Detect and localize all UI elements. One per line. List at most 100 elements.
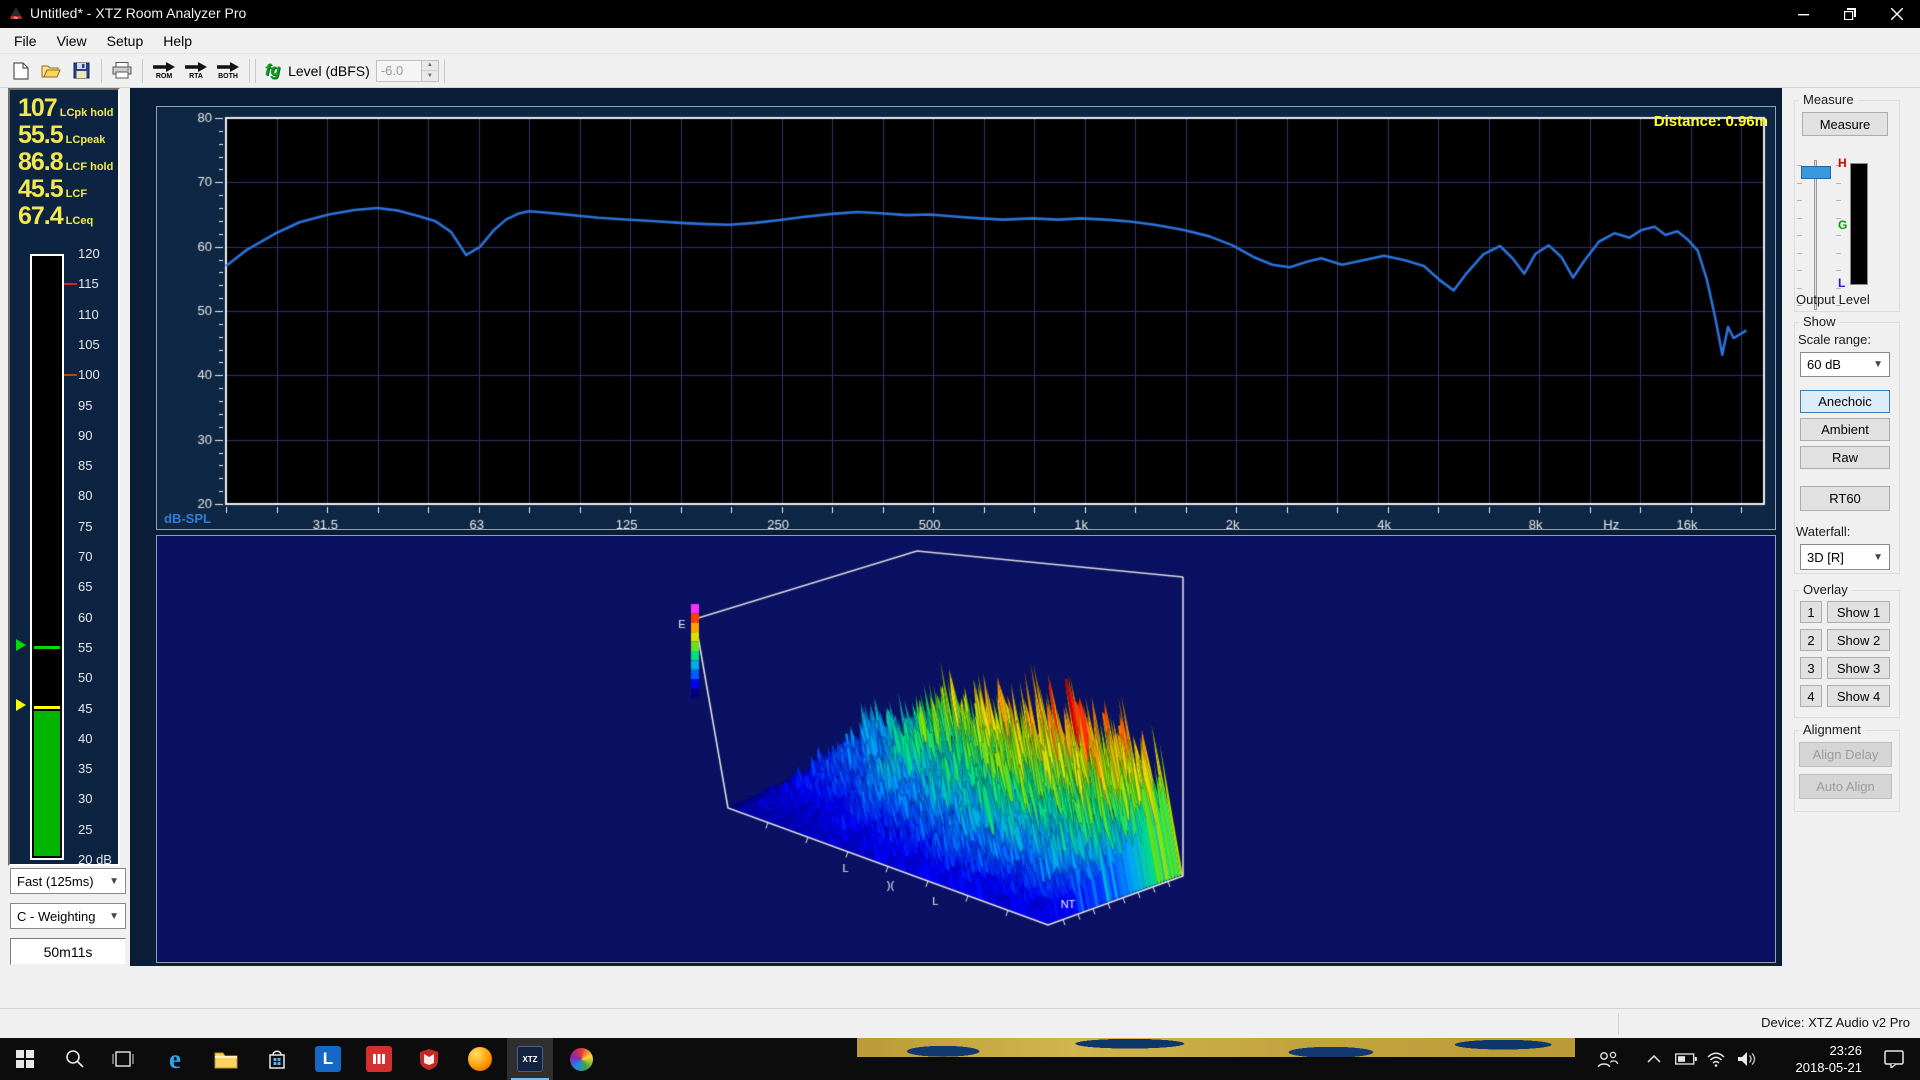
save-floppy-icon — [73, 62, 90, 79]
generator-icon[interactable]: fg — [261, 62, 284, 80]
meter-marker-arrow-icon — [16, 639, 26, 651]
reading-lceq: 67.4LCeq — [18, 202, 93, 228]
window-title: Untitled* - XTZ Room Analyzer Pro — [30, 5, 246, 21]
output-level-slider-track[interactable] — [1814, 160, 1817, 310]
status-separator — [1618, 1013, 1619, 1035]
show-2-button[interactable]: Show 2 — [1827, 629, 1890, 651]
new-file-icon — [13, 62, 29, 80]
meter-scale-label: 75 — [78, 519, 92, 534]
taskbar-clock[interactable]: 23:26 2018-05-21 — [1796, 1042, 1863, 1076]
close-button[interactable] — [1874, 0, 1920, 28]
print-button[interactable] — [107, 57, 137, 85]
file-explorer-icon[interactable] — [203, 1038, 249, 1080]
reading-lcf-hold: 86.8LCF hold — [18, 148, 113, 174]
level-dbfs-input[interactable]: -6.0 — [376, 60, 422, 82]
waterfall-3d-chart — [157, 536, 1775, 962]
save-button[interactable] — [66, 57, 96, 85]
waterfall-mode-select[interactable]: 3D [R]▼ — [1800, 544, 1890, 570]
overlay-3-button[interactable]: 3 — [1800, 657, 1822, 679]
windows-logo-icon — [16, 1050, 34, 1068]
vu-high-label: H — [1838, 156, 1847, 170]
xtz-app-active[interactable]: XTZ — [507, 1038, 553, 1080]
app-l-icon[interactable]: L — [305, 1038, 351, 1080]
export-rta-button[interactable]: RTA — [180, 57, 212, 85]
menu-file[interactable]: File — [4, 29, 47, 53]
meter-scale-label: 100 — [78, 367, 100, 382]
meter-scale-label: 40 — [78, 731, 92, 746]
measure-button[interactable]: Measure — [1802, 112, 1888, 136]
meter-scale-label: 90 — [78, 428, 92, 443]
auto-align-button[interactable]: Auto Align — [1799, 774, 1892, 799]
shopping-bag-icon — [267, 1049, 287, 1069]
align-delay-button[interactable]: Align Delay — [1799, 742, 1892, 767]
wallpaper-glimpse — [857, 1038, 1575, 1057]
toolbar-separator — [101, 59, 102, 83]
menu-help[interactable]: Help — [153, 29, 202, 53]
dbspl-axis-label: dB-SPL — [164, 511, 211, 526]
meter-hold-line — [34, 646, 60, 649]
menu-view[interactable]: View — [47, 29, 97, 53]
export-rta-label: RTA — [189, 73, 203, 80]
anechoic-button[interactable]: Anechoic — [1800, 390, 1890, 413]
clock-time: 23:26 — [1796, 1042, 1863, 1059]
people-icon[interactable] — [1588, 1038, 1628, 1080]
start-button[interactable] — [2, 1038, 48, 1080]
open-file-button[interactable] — [36, 57, 66, 85]
search-button[interactable] — [52, 1038, 98, 1080]
overlay-1-button[interactable]: 1 — [1800, 601, 1822, 623]
menu-setup[interactable]: Setup — [97, 29, 154, 53]
show-3-button[interactable]: Show 3 — [1827, 657, 1890, 679]
level-dbfs-label: Level (dBFS) — [288, 63, 370, 79]
export-both-button[interactable]: BOTH — [212, 57, 244, 85]
show-4-button[interactable]: Show 4 — [1827, 685, 1890, 707]
scale-range-select[interactable]: 60 dB▼ — [1800, 352, 1890, 377]
rt60-button[interactable]: RT60 — [1800, 486, 1890, 511]
waterfall-label: Waterfall: — [1796, 524, 1850, 539]
show-1-button[interactable]: Show 1 — [1827, 601, 1890, 623]
overlay-group-label: Overlay — [1799, 582, 1852, 597]
export-rom-button[interactable]: ROM — [148, 57, 180, 85]
ambient-button[interactable]: Ambient — [1800, 418, 1890, 441]
chevron-down-icon: ▼ — [109, 911, 119, 922]
raw-button[interactable]: Raw — [1800, 446, 1890, 469]
task-view-button[interactable] — [100, 1038, 146, 1080]
paint3d-icon[interactable] — [558, 1038, 604, 1080]
meter-scale-label: 110 — [78, 307, 99, 322]
tray-expand-chevron-icon[interactable] — [1636, 1038, 1672, 1080]
restore-button[interactable] — [1827, 0, 1873, 28]
overlay-4-button[interactable]: 4 — [1800, 685, 1822, 707]
reading-lcpk-hold: 107LCpk hold — [18, 94, 114, 120]
meter-scale-label: 50 — [78, 670, 92, 685]
meter-scale-label: 45 — [78, 701, 92, 716]
reading-lcpeak: 55.5LCpeak — [18, 121, 105, 147]
volume-icon[interactable] — [1728, 1038, 1766, 1080]
meter-scale-label: 95 — [78, 398, 92, 413]
weighting-select[interactable]: C - Weighting▼ — [10, 903, 126, 929]
meter-marker-arrow-icon — [16, 699, 26, 711]
mcafee-shield-icon[interactable] — [406, 1038, 452, 1080]
show-group-label: Show — [1799, 314, 1840, 329]
export-rom-label: ROM — [156, 73, 172, 80]
meter-scale-label: 85 — [78, 458, 92, 473]
store-icon[interactable] — [254, 1038, 300, 1080]
spin-up-icon[interactable]: ▲ — [422, 61, 438, 72]
meter-limit-tick — [64, 374, 77, 376]
output-vu-meter — [1850, 163, 1868, 285]
shield-icon — [419, 1048, 439, 1070]
toolbar-separator — [142, 59, 143, 83]
minimize-button[interactable] — [1780, 0, 1826, 28]
spin-down-icon[interactable]: ▼ — [422, 71, 438, 81]
svg-text:fle: fle — [14, 16, 18, 20]
taskbar: e L XTZ — [0, 1038, 1920, 1080]
meter-scale-label: 60 — [78, 610, 92, 625]
output-level-slider-handle[interactable] — [1801, 166, 1831, 179]
new-file-button[interactable] — [6, 57, 36, 85]
firefox-icon[interactable] — [457, 1038, 503, 1080]
app-red-icon[interactable] — [356, 1038, 402, 1080]
level-spinner[interactable]: ▲ ▼ — [422, 60, 439, 82]
meter-speed-select[interactable]: Fast (125ms)▼ — [10, 868, 126, 894]
action-center-icon[interactable] — [1872, 1038, 1916, 1080]
overlay-2-button[interactable]: 2 — [1800, 629, 1822, 651]
folder-icon — [214, 1050, 238, 1069]
edge-browser-icon[interactable]: e — [152, 1038, 198, 1080]
